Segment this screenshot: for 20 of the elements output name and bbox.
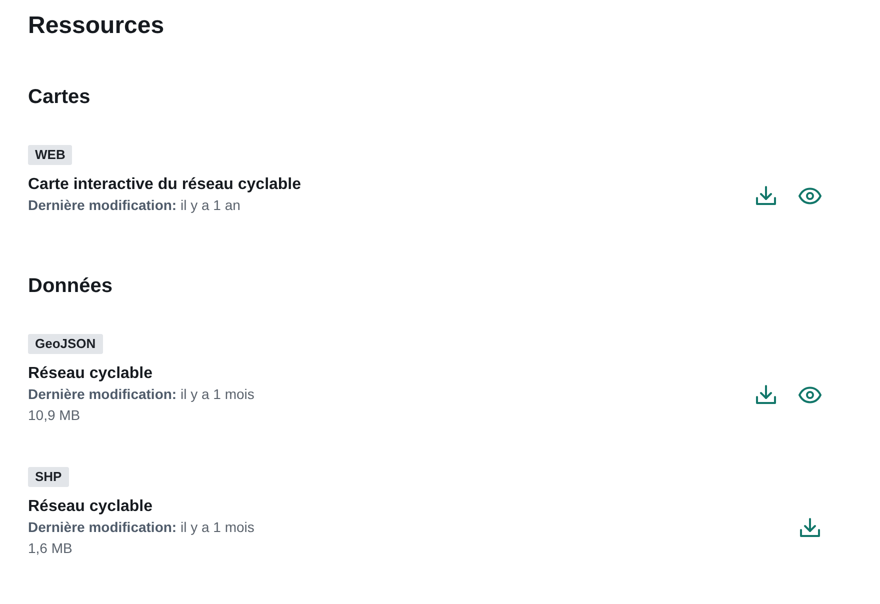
- modified-date-text: Dernière modification: il y a 1 mois: [28, 518, 256, 537]
- section-heading: Cartes: [28, 85, 92, 110]
- format-tag: WEB: [28, 145, 72, 165]
- file-size-text: 1,6 MB: [28, 539, 74, 558]
- modified-date-text: Dernière modification: il y a 1 an: [28, 196, 242, 215]
- download-icon: [754, 383, 778, 407]
- download-button[interactable]: [754, 184, 778, 208]
- resource-title: Réseau cyclable: [28, 497, 154, 517]
- format-tag: GeoJSON: [28, 334, 103, 354]
- download-icon: [754, 184, 778, 208]
- download-button[interactable]: [754, 383, 778, 407]
- download-button[interactable]: [798, 516, 822, 540]
- file-size-text: 10,9 MB: [28, 406, 82, 425]
- page-title: Ressources: [28, 11, 166, 41]
- section-heading: Données: [28, 274, 114, 299]
- resource-title: Réseau cyclable: [28, 364, 154, 384]
- modified-date-text: Dernière modification: il y a 1 mois: [28, 385, 256, 404]
- download-icon: [798, 516, 822, 540]
- format-tag: SHP: [28, 467, 69, 487]
- resource-title: Carte interactive du réseau cyclable: [28, 175, 302, 195]
